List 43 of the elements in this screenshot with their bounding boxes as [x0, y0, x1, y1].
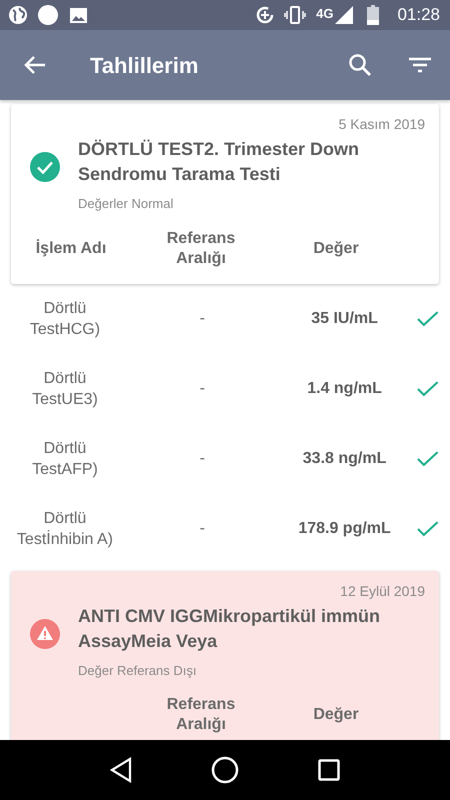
filter-icon	[408, 57, 432, 73]
result-card[interactable]: 5 Kasım 2019 DÖRTLÜ TEST2. Trimester Down Sendromu Tarama Testi Değerler Normal İşlem Adı Referans Aralığı Değer	[11, 104, 439, 284]
battery-icon	[367, 5, 380, 25]
test-name: Dörtlü TestUE3)	[31, 368, 99, 410]
screen-title: Tahlillerim	[90, 52, 200, 80]
result-date: 5 Kasım 2019	[338, 115, 425, 134]
column-header: Referans Aralığı	[166, 695, 236, 735]
recents-nav-icon[interactable]	[318, 759, 340, 781]
reference-range: -	[198, 518, 206, 538]
circle-icon	[38, 5, 58, 25]
column-header: Referans Aralığı	[166, 228, 236, 268]
reference-range: -	[198, 448, 206, 468]
check-circle-icon	[30, 152, 60, 182]
test-title: DÖRTLÜ TEST2. Trimester Down Sendromu Tarama Testi	[78, 138, 360, 186]
result-status: Değer Referans Dışı	[78, 662, 198, 680]
test-title: ANTI CMV IGGMikropartikül immün AssayMeia Veya	[78, 604, 382, 653]
result-date: 12 Eylül 2019	[340, 582, 425, 601]
test-value: 35 IU/mL	[310, 308, 379, 328]
result-status: Değerler Normal	[78, 195, 174, 213]
network-type: 4G	[316, 5, 334, 23]
test-value: 178.9 pg/mL	[297, 518, 392, 538]
test-name: Dörtlü TestHCG)	[28, 298, 102, 340]
globe-icon	[8, 5, 28, 25]
clock: 01:28	[397, 4, 440, 26]
search-icon	[348, 53, 372, 77]
column-header: Değer	[313, 238, 359, 258]
warning-icon	[30, 618, 60, 648]
result-card[interactable]: 12 Eylül 2019 ANTI CMV IGGMikropartikül immün AssayMeia Veya Değer Referans Dışı Referans Aralığı Değer	[11, 570, 439, 740]
back-nav-icon[interactable]	[110, 757, 132, 783]
home-nav-icon[interactable]	[210, 756, 239, 784]
test-value: 33.8 ng/mL	[302, 448, 388, 468]
column-header: Değer	[313, 705, 359, 725]
test-name: Dörtlü TestAFP)	[31, 438, 99, 480]
data-saver-icon	[256, 6, 274, 24]
image-icon	[70, 8, 87, 22]
back-arrow-icon	[24, 55, 46, 75]
test-value: 1.4 ng/mL	[306, 378, 383, 398]
reference-range: -	[198, 378, 206, 398]
vibrate-icon	[284, 6, 306, 24]
test-name: Dörtlü Testİnhibin A)	[16, 508, 114, 550]
signal-icon	[335, 6, 354, 24]
reference-range: -	[198, 308, 206, 328]
column-header: İşlem Adı	[36, 238, 106, 258]
